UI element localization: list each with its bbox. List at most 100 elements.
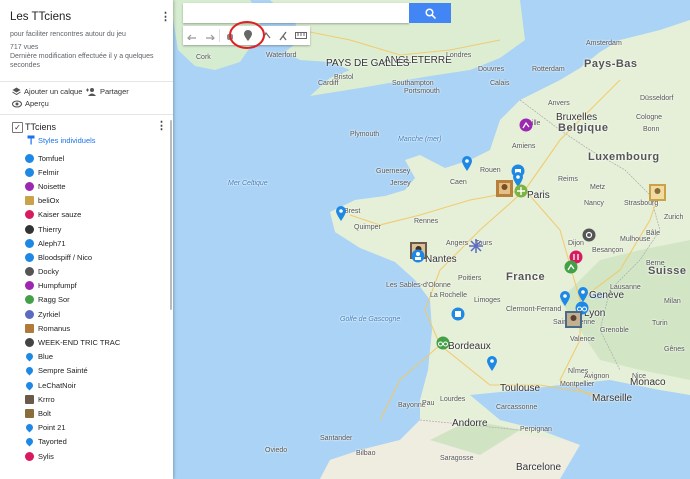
list-item-label: Sempre Sainté: [38, 366, 88, 376]
pitchfork-icon: [25, 451, 34, 461]
layer-options-kebab-icon[interactable]: ⋮: [156, 121, 167, 132]
list-item[interactable]: Humpfumpf: [25, 279, 165, 293]
map-marker-plane[interactable]: [514, 184, 528, 198]
list-item[interactable]: Blue: [24, 350, 165, 364]
last-modified: Dernière modification effectuée il y a q…: [10, 53, 154, 69]
undo-icon: [187, 34, 196, 40]
avatar-icon: [25, 408, 34, 418]
eye-icon: [12, 99, 22, 108]
ruler-icon: [295, 32, 308, 39]
list-item[interactable]: Kaiser sauze: [25, 208, 165, 222]
list-item[interactable]: Point 21: [24, 421, 165, 435]
map-marker-square[interactable]: [451, 307, 465, 321]
list-item[interactable]: LeChatNoir: [24, 378, 165, 392]
list-item[interactable]: Docky: [25, 265, 165, 279]
list-item[interactable]: Ragg Sor: [25, 293, 165, 307]
preview-label: Aperçu: [25, 99, 49, 108]
search-button[interactable]: [409, 3, 451, 23]
layer-styles-link[interactable]: Styles individuels: [27, 135, 96, 145]
map-marker-avatar[interactable]: [496, 180, 513, 197]
list-item-label: Blue: [38, 352, 54, 362]
view-count: 717 vues: [10, 44, 39, 51]
pin-icon: [24, 351, 35, 362]
avatar-icon: [25, 196, 34, 206]
preview-button[interactable]: Aperçu: [12, 99, 49, 108]
list-item[interactable]: Noisette: [25, 179, 165, 193]
map-marker-raggsor[interactable]: [564, 260, 578, 274]
pin-icon: [24, 380, 35, 391]
map-marker-pin[interactable]: [336, 206, 346, 221]
list-item[interactable]: Bolt: [25, 406, 165, 420]
map-marker-pin[interactable]: [462, 156, 472, 171]
paint-roller-icon: [27, 135, 35, 145]
list-item-label: beliOx: [38, 196, 60, 206]
layer-items-list: Tomfuel Felmir Noisette beliOx Kaiser sauze T…: [24, 151, 165, 463]
styles-label: Styles individuels: [38, 135, 96, 145]
pin-icon: [24, 436, 35, 447]
pitchfork-icon: [25, 210, 34, 220]
search-icon: [424, 7, 436, 19]
layer-title[interactable]: TTciens: [25, 122, 56, 132]
share-label: Partager: [100, 87, 129, 96]
list-item-label: Felmir: [38, 167, 59, 177]
panel-actions: Ajouter un calque Partager Aperçu: [0, 81, 173, 115]
list-item[interactable]: beliOx: [25, 194, 165, 208]
pin-icon: [24, 422, 35, 433]
person-icon: [25, 153, 34, 163]
map-title[interactable]: Les TTciens: [10, 11, 71, 23]
directions-button[interactable]: [275, 26, 293, 45]
map-marker-pin[interactable]: [578, 287, 588, 302]
list-item[interactable]: Tomfuel: [25, 151, 165, 165]
map-marker-avatar[interactable]: [649, 184, 666, 201]
peace-icon: [25, 267, 34, 277]
map-marker-settings[interactable]: [582, 228, 596, 242]
list-item[interactable]: Felmir: [25, 165, 165, 179]
add-layer-label: Ajouter un calque: [24, 87, 83, 96]
list-item[interactable]: WEEK-END TRIC TRAC: [25, 335, 165, 349]
list-item-label: Tayorted: [38, 437, 67, 447]
list-item-label: Bolt: [38, 408, 51, 418]
redo-button[interactable]: [201, 26, 219, 45]
list-item[interactable]: Tayorted: [24, 435, 165, 449]
add-layer-button[interactable]: Ajouter un calque: [12, 87, 82, 96]
list-item[interactable]: Sempre Sainté: [24, 364, 165, 378]
measure-button[interactable]: [292, 26, 310, 45]
ladder-icon: [25, 224, 34, 234]
pin-icon: [24, 365, 35, 376]
list-item[interactable]: Romanus: [25, 321, 165, 335]
list-item[interactable]: Sylis: [25, 449, 165, 463]
pitchfork-icon: [25, 281, 34, 291]
map-options-kebab-icon[interactable]: ⋮: [160, 12, 171, 23]
list-item[interactable]: Aleph71: [25, 236, 165, 250]
list-item-label: Point 21: [38, 423, 66, 433]
list-item[interactable]: Bloodspiff / Nico: [25, 250, 165, 264]
map-marker-pin[interactable]: [560, 291, 570, 306]
map-marker-pin[interactable]: [487, 356, 497, 371]
layer-visibility-checkbox[interactable]: ✓: [12, 122, 23, 133]
map-marker-bike[interactable]: [436, 336, 450, 350]
list-item-label: WEEK-END TRIC TRAC: [38, 338, 121, 348]
toolbar-divider: [219, 29, 221, 42]
climbing-icon: [25, 295, 34, 305]
list-item[interactable]: Zyrkiel: [25, 307, 165, 321]
add-person-icon: [86, 88, 96, 96]
map-marker-noisette[interactable]: [519, 118, 533, 132]
dots-icon: [25, 252, 34, 262]
list-item-label: Romanus: [38, 323, 71, 333]
share-button[interactable]: Partager: [86, 87, 129, 96]
undo-button[interactable]: [183, 26, 201, 45]
map-marker-person[interactable]: [411, 249, 425, 263]
list-item[interactable]: Krrro: [25, 392, 165, 406]
list-item-label: Tomfuel: [38, 153, 65, 163]
map-description[interactable]: pour faciliter rencontres autour du jeu: [10, 30, 160, 39]
list-item-label: Kaiser sauze: [38, 210, 82, 220]
map-marker-snowflake[interactable]: [468, 238, 484, 254]
map-marker-avatar[interactable]: [565, 311, 582, 328]
settings-icon: [25, 338, 34, 348]
layers-icon: [12, 87, 21, 96]
list-item[interactable]: Thierry: [25, 222, 165, 236]
list-item-label: Humpfumpf: [38, 281, 77, 291]
panel-scrollbar[interactable]: [170, 120, 172, 310]
layer-ttciens: ✓ TTciens ⋮ Styles individuels Tomfuel Fe…: [0, 114, 173, 479]
search-input[interactable]: [183, 3, 409, 23]
